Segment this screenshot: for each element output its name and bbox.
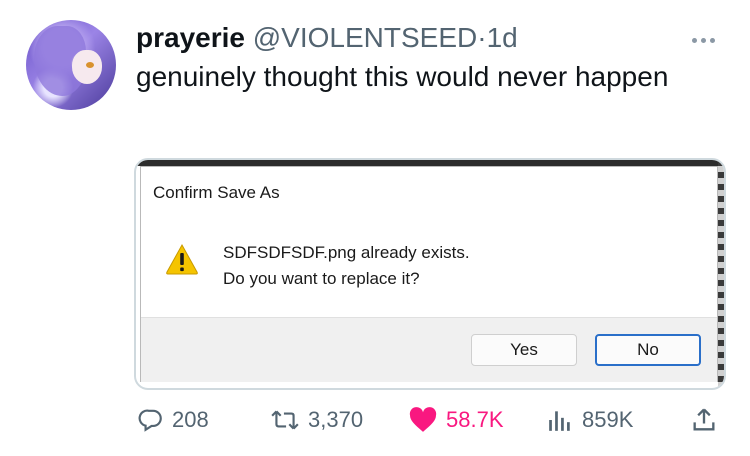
retweet-count: 3,370	[308, 407, 364, 432]
views-action[interactable]: 859K	[546, 400, 633, 440]
retweet-action[interactable]: 3,370	[270, 400, 363, 440]
retweet-icon	[271, 410, 299, 430]
warning-icon	[166, 243, 198, 275]
timestamp[interactable]: 1d	[487, 22, 518, 53]
image-right-edge	[718, 160, 724, 388]
dialog-message-line1: SDFSDFSDF.png already exists.	[223, 243, 470, 262]
avatar[interactable]	[26, 20, 116, 110]
reply-icon	[138, 409, 162, 432]
confirm-dialog: Confirm Save As SDFSDFSDF.png already ex…	[140, 166, 718, 382]
like-action[interactable]: 58.7K	[408, 400, 504, 440]
dialog-message-line2: Do you want to replace it?	[223, 269, 420, 288]
dialog-title: Confirm Save As	[153, 183, 280, 202]
display-name[interactable]: prayerie	[136, 22, 245, 53]
dialog-body: SDFSDFSDF.png already exists. Do you wan…	[141, 217, 717, 317]
views-icon	[549, 411, 570, 431]
handle[interactable]: @VIOLENTSEED	[253, 22, 477, 53]
dialog-footer: Yes No	[141, 317, 717, 382]
tweet-text: genuinely thought this would never happe…	[136, 61, 669, 92]
share-icon	[693, 408, 715, 431]
no-button[interactable]: No	[595, 334, 701, 366]
share-action[interactable]	[690, 400, 726, 440]
like-count: 58.7K	[446, 407, 504, 432]
tweet-header: prayerie @VIOLENTSEED·1d	[136, 22, 518, 54]
more-icon[interactable]	[692, 30, 720, 43]
tweet-actions: 208 3,370 58.7K 859K	[0, 400, 750, 440]
tweet-image[interactable]: Confirm Save As SDFSDFSDF.png already ex…	[134, 158, 726, 390]
like-icon	[409, 407, 437, 432]
yes-button[interactable]: Yes	[471, 334, 577, 366]
reply-action[interactable]: 208	[138, 400, 209, 440]
views-count: 859K	[582, 407, 634, 432]
separator: ·	[477, 22, 487, 53]
avatar-eye	[86, 62, 94, 68]
reply-count: 208	[172, 407, 209, 432]
